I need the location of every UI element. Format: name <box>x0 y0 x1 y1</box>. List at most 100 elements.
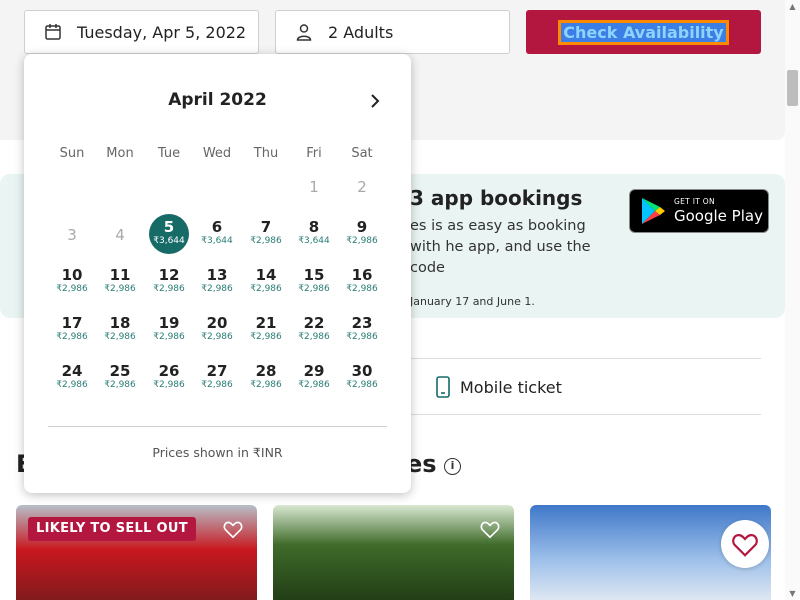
calendar-day[interactable]: 23 ₹2,986 <box>342 310 382 350</box>
day-price: ₹2,986 <box>250 284 282 294</box>
likely-to-sell-out-badge: LIKELY TO SELL OUT <box>28 517 196 541</box>
scroll-down-arrow-icon[interactable]: ▼ <box>788 589 797 598</box>
day-price: ₹2,986 <box>298 284 330 294</box>
check-availability-button[interactable]: Check Availability <box>526 10 761 54</box>
date-picker-popup: April 2022 Prices shown in ₹INR Sun Mon Tu… <box>24 54 411 493</box>
day-number: 19 <box>158 314 180 332</box>
day-number: 16 <box>351 266 373 284</box>
weekday-label: Wed <box>202 146 232 161</box>
heart-icon[interactable] <box>222 518 244 540</box>
google-play-icon <box>642 198 665 224</box>
calendar-day[interactable]: 21 ₹2,986 <box>246 310 286 350</box>
calendar-day[interactable]: 14 ₹2,986 <box>246 262 286 302</box>
day-number: 3 <box>67 226 77 244</box>
calendar-day[interactable]: 6 ₹3,644 <box>197 214 237 254</box>
day-price: ₹2,986 <box>56 380 88 390</box>
day-price: ₹2,986 <box>346 332 378 342</box>
calendar-day[interactable]: 20 ₹2,986 <box>197 310 237 350</box>
day-number: 26 <box>158 362 180 380</box>
calendar-day[interactable]: 27 ₹2,986 <box>197 358 237 398</box>
calendar-day[interactable]: 29 ₹2,986 <box>294 358 334 398</box>
day-number: 17 <box>61 314 83 332</box>
day-price: ₹2,986 <box>56 332 88 342</box>
calendar-day[interactable]: 18 ₹2,986 <box>100 310 140 350</box>
day-price: ₹2,986 <box>104 284 136 294</box>
calendar-day[interactable]: 25 ₹2,986 <box>100 358 140 398</box>
guests-value: 2 Adults <box>328 22 394 42</box>
calendar-day[interactable]: 30 ₹2,986 <box>342 358 382 398</box>
day-price: ₹2,986 <box>298 332 330 342</box>
calendar-day[interactable]: 24 ₹2,986 <box>52 358 92 398</box>
calendar-day[interactable]: 13 ₹2,986 <box>197 262 237 302</box>
date-value: Tuesday, Apr 5, 2022 <box>77 22 247 42</box>
day-price: ₹2,986 <box>298 380 330 390</box>
calendar-day[interactable]: 26 ₹2,986 <box>149 358 189 398</box>
day-price: ₹2,986 <box>346 380 378 390</box>
day-number: 22 <box>303 314 325 332</box>
weekday-label: Fri <box>306 146 322 161</box>
person-icon <box>294 22 314 42</box>
day-number: 6 <box>211 218 223 236</box>
day-number: 11 <box>109 266 131 284</box>
day-price: ₹3,644 <box>153 236 185 246</box>
day-number: 20 <box>206 314 228 332</box>
day-price: ₹2,986 <box>201 380 233 390</box>
promo-text: es is as easy as booking with he app, an… <box>410 218 591 276</box>
calendar-day: 4 <box>100 222 140 262</box>
calendar-day[interactable]: 28 ₹2,986 <box>246 358 286 398</box>
calendar-day[interactable]: 7 ₹2,986 <box>246 214 286 254</box>
day-price: ₹2,986 <box>250 380 282 390</box>
day-price: ₹2,986 <box>346 236 378 246</box>
calendar-day[interactable]: 12 ₹2,986 <box>149 262 189 302</box>
heart-icon[interactable] <box>479 518 501 540</box>
info-icon[interactable]: i <box>444 458 461 475</box>
calendar-day[interactable]: 10 ₹2,986 <box>52 262 92 302</box>
experience-card-garden[interactable] <box>273 505 514 600</box>
day-price: ₹3,644 <box>298 236 330 246</box>
date-picker-field[interactable]: Tuesday, Apr 5, 2022 <box>24 10 259 54</box>
calendar-day[interactable]: 16 ₹2,986 <box>342 262 382 302</box>
day-number: 8 <box>308 218 320 236</box>
check-availability-label: Check Availability <box>558 19 729 45</box>
wishlist-heart-button[interactable] <box>721 520 769 568</box>
weekday-label: Thu <box>253 146 279 161</box>
calendar-day[interactable]: 9 ₹2,986 <box>342 214 382 254</box>
day-number: 30 <box>351 362 373 380</box>
day-number: 18 <box>109 314 131 332</box>
day-number: 27 <box>206 362 228 380</box>
calendar-day-selected[interactable]: 5 ₹3,644 <box>149 214 189 254</box>
day-price: ₹2,986 <box>346 284 378 294</box>
day-number: 29 <box>303 362 325 380</box>
scroll-up-arrow-icon[interactable]: ▲ <box>788 2 797 11</box>
day-price: ₹2,986 <box>104 332 136 342</box>
calendar-day[interactable]: 22 ₹2,986 <box>294 310 334 350</box>
calendar-day[interactable]: 19 ₹2,986 <box>149 310 189 350</box>
next-month-button[interactable] <box>364 90 386 112</box>
day-number: 23 <box>351 314 373 332</box>
day-number: 1 <box>309 178 319 196</box>
day-price: ₹2,986 <box>201 332 233 342</box>
calendar-day[interactable]: 17 ₹2,986 <box>52 310 92 350</box>
calendar-divider <box>48 426 387 427</box>
day-price: ₹2,986 <box>153 284 185 294</box>
day-number: 21 <box>255 314 277 332</box>
day-number: 25 <box>109 362 131 380</box>
google-play-label: Google Play <box>674 207 763 225</box>
mobile-ticket-feature: Mobile ticket <box>436 376 562 398</box>
day-number: 24 <box>61 362 83 380</box>
day-number: 4 <box>115 226 125 244</box>
day-price: ₹2,986 <box>153 380 185 390</box>
scrollbar-thumb[interactable] <box>787 70 798 106</box>
calendar-day[interactable]: 15 ₹2,986 <box>294 262 334 302</box>
guests-field[interactable]: 2 Adults <box>275 10 510 54</box>
calendar-month-title: April 2022 <box>168 90 267 110</box>
day-price: ₹2,986 <box>153 332 185 342</box>
calendar-day[interactable]: 11 ₹2,986 <box>100 262 140 302</box>
day-number: 28 <box>255 362 277 380</box>
day-number: 10 <box>61 266 83 284</box>
weekday-label: Mon <box>106 146 134 161</box>
calendar-day[interactable]: 8 ₹3,644 <box>294 214 334 254</box>
google-play-small: GET IT ON <box>674 197 715 206</box>
google-play-button[interactable]: GET IT ON Google Play <box>629 189 769 233</box>
weekday-label: Sat <box>351 146 373 161</box>
